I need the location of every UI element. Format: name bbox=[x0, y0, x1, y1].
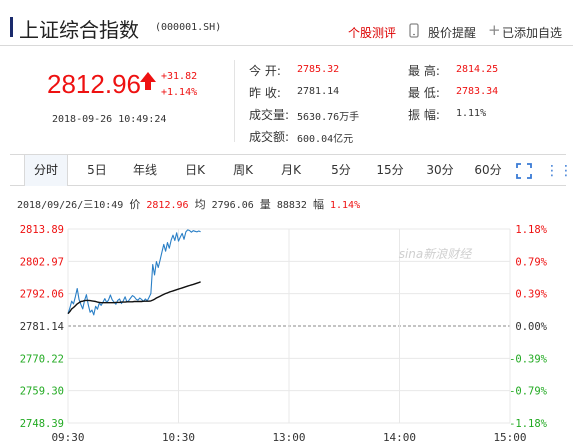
x-tick: 09:30 bbox=[51, 431, 84, 444]
status-pct-value: 1.14% bbox=[330, 200, 361, 211]
up-arrow-stem bbox=[145, 82, 151, 90]
price-alert-link[interactable]: 股价提醒 bbox=[428, 24, 476, 41]
stock-code: (000001.SH) bbox=[155, 22, 222, 33]
tab-daily-k[interactable]: 日K bbox=[176, 155, 214, 186]
x-tick: 10:30 bbox=[162, 431, 195, 444]
tab-5min[interactable]: 5分 bbox=[322, 155, 360, 186]
status-volume-value: 88832 bbox=[276, 200, 307, 211]
add-watchlist-link[interactable]: 已添加自选 bbox=[502, 24, 562, 41]
tab-weekly-k[interactable]: 周K bbox=[224, 155, 262, 186]
x-tick: 15:00 bbox=[493, 431, 526, 444]
status-avg-label: 均 bbox=[194, 198, 206, 211]
tab-intraday[interactable]: 分时 bbox=[24, 155, 68, 186]
status-avg-value: 2796.06 bbox=[211, 200, 254, 211]
phone-icon bbox=[409, 23, 419, 38]
x-tick: 13:00 bbox=[272, 431, 305, 444]
y-tick-left: 2781.14 bbox=[20, 321, 64, 333]
amplitude-label: 振 幅: bbox=[408, 108, 440, 122]
plus-icon: + bbox=[488, 21, 501, 39]
price-change: +31.82 bbox=[161, 71, 198, 82]
y-tick-left: 2802.97 bbox=[20, 256, 64, 268]
prev-close-value: 2781.14 bbox=[297, 86, 340, 97]
page-header: 上证综合指数 (000001.SH) 个股测评 股价提醒 + 已添加自选 bbox=[0, 0, 573, 46]
price-change-pct: +1.14% bbox=[161, 87, 198, 98]
title-accent-bar bbox=[10, 17, 13, 37]
rating-link[interactable]: 个股测评 bbox=[348, 24, 396, 41]
prev-close-label: 昨 收: bbox=[249, 86, 281, 100]
status-bar: 2018/09/26/三10:49 价 2812.96 均 2796.06 量 … bbox=[17, 196, 360, 212]
y-tick-right: -0.79% bbox=[509, 386, 548, 398]
y-tick-right: 0.39% bbox=[515, 289, 547, 301]
open-label: 今 开: bbox=[249, 64, 281, 78]
fullscreen-icon[interactable] bbox=[516, 163, 532, 179]
divider bbox=[234, 60, 235, 142]
period-tabs: 分时 5日 年线 日K 周K 月K 5分 15分 30分 60分 ⋮⋮ bbox=[10, 154, 573, 186]
high-value: 2814.25 bbox=[456, 64, 499, 75]
tab-30min[interactable]: 30分 bbox=[420, 155, 460, 186]
x-tick: 14:00 bbox=[383, 431, 416, 444]
tab-5day[interactable]: 5日 bbox=[78, 155, 116, 186]
low-value: 2783.34 bbox=[456, 86, 499, 97]
tab-15min[interactable]: 15分 bbox=[370, 155, 410, 186]
volume-value: 5630.76万手 bbox=[297, 112, 360, 123]
y-tick-left: 2770.22 bbox=[20, 353, 64, 365]
y-tick-left: 2759.30 bbox=[20, 386, 64, 398]
intraday-chart: 2813.89 2802.97 2792.06 2781.14 2770.22 2759.… bbox=[20, 224, 548, 444]
status-volume-label: 量 bbox=[259, 198, 271, 211]
y-tick-left: 2748.39 bbox=[20, 418, 64, 430]
status-price-label: 价 bbox=[129, 198, 141, 211]
status-date: 2018/09/26/三10:49 bbox=[17, 200, 124, 211]
average-series-line bbox=[67, 281, 201, 315]
high-label: 最 高: bbox=[408, 64, 440, 78]
tab-60min[interactable]: 60分 bbox=[468, 155, 508, 186]
y-tick-left: 2813.89 bbox=[20, 224, 64, 236]
current-price: 2812.96 bbox=[47, 69, 141, 99]
tab-monthly-k[interactable]: 月K bbox=[272, 155, 310, 186]
y-tick-right: -0.39% bbox=[509, 353, 548, 365]
low-label: 最 低: bbox=[408, 86, 440, 100]
amplitude-value: 1.11% bbox=[456, 108, 487, 119]
y-tick-right: -1.18% bbox=[509, 418, 548, 430]
y-tick-right: 0.00% bbox=[515, 321, 547, 333]
y-tick-right: 1.18% bbox=[515, 224, 547, 236]
status-price-value: 2812.96 bbox=[146, 200, 189, 211]
amount-label: 成交额: bbox=[249, 130, 290, 144]
up-arrow-icon bbox=[140, 72, 156, 82]
status-pct-label: 幅 bbox=[312, 198, 324, 211]
tab-yearline[interactable]: 年线 bbox=[124, 155, 166, 186]
more-icon[interactable]: ⋮⋮ bbox=[545, 163, 573, 179]
stock-name: 上证综合指数 bbox=[19, 18, 139, 42]
y-tick-left: 2792.06 bbox=[20, 289, 64, 301]
volume-label: 成交量: bbox=[249, 108, 290, 122]
y-tick-right: 0.79% bbox=[515, 256, 547, 268]
amount-value: 600.04亿元 bbox=[297, 134, 354, 145]
open-value: 2785.32 bbox=[297, 64, 340, 75]
quote-datetime: 2018-09-26 10:49:24 bbox=[52, 114, 167, 125]
sina-watermark: sina新浪财经 bbox=[399, 247, 474, 261]
